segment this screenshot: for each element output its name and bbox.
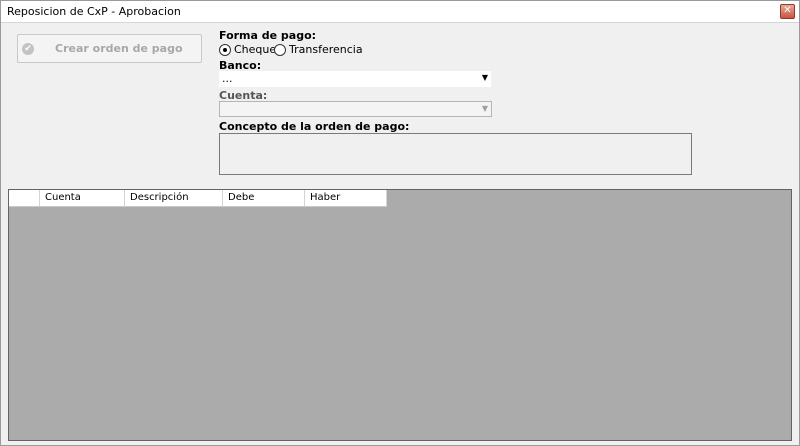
concepto-label: Concepto de la orden de pago:	[219, 120, 410, 133]
crear-orden-de-pago-button[interactable]: ✔ Crear orden de pago	[17, 34, 202, 63]
cuentas-data-grid[interactable]: Cuenta Descripción Debe Haber	[8, 189, 792, 441]
grid-header: Cuenta Descripción Debe Haber	[9, 190, 387, 207]
banco-combobox[interactable]: ... ▼	[219, 71, 491, 87]
dropdown-arrow-icon[interactable]: ▼	[482, 104, 488, 113]
column-header-descripcion[interactable]: Descripción	[125, 190, 223, 206]
grid-row-header-corner[interactable]	[9, 190, 40, 206]
column-header-debe[interactable]: Debe	[223, 190, 305, 206]
radio-selected-dot	[223, 48, 227, 52]
transferencia-radio[interactable]	[274, 44, 286, 56]
column-header-cuenta[interactable]: Cuenta	[40, 190, 125, 206]
check-circle-icon: ✔	[22, 43, 34, 55]
form-body: ✔ Crear orden de pago Forma de pago: Che…	[1, 23, 799, 445]
crear-orden-de-pago-label: Crear orden de pago	[55, 42, 183, 55]
forma-de-pago-label: Forma de pago:	[219, 29, 317, 42]
concepto-textarea[interactable]	[219, 133, 692, 175]
cheque-radio-label[interactable]: Cheque	[234, 43, 276, 56]
main-window: Reposicion de CxP - Aprobacion ✕ ✔ Crear…	[0, 0, 800, 446]
window-title: Reposicion de CxP - Aprobacion	[7, 5, 181, 18]
banco-selected-value: ...	[222, 72, 233, 85]
title-bar[interactable]: Reposicion de CxP - Aprobacion ✕	[1, 1, 799, 23]
cuenta-combobox[interactable]: ▼	[219, 101, 492, 117]
close-button[interactable]: ✕	[780, 4, 795, 19]
cheque-radio[interactable]	[219, 44, 231, 56]
transferencia-radio-label[interactable]: Transferencia	[289, 43, 363, 56]
dropdown-arrow-icon[interactable]: ▼	[482, 73, 488, 82]
column-header-haber[interactable]: Haber	[305, 190, 387, 206]
close-icon: ✕	[783, 5, 792, 16]
